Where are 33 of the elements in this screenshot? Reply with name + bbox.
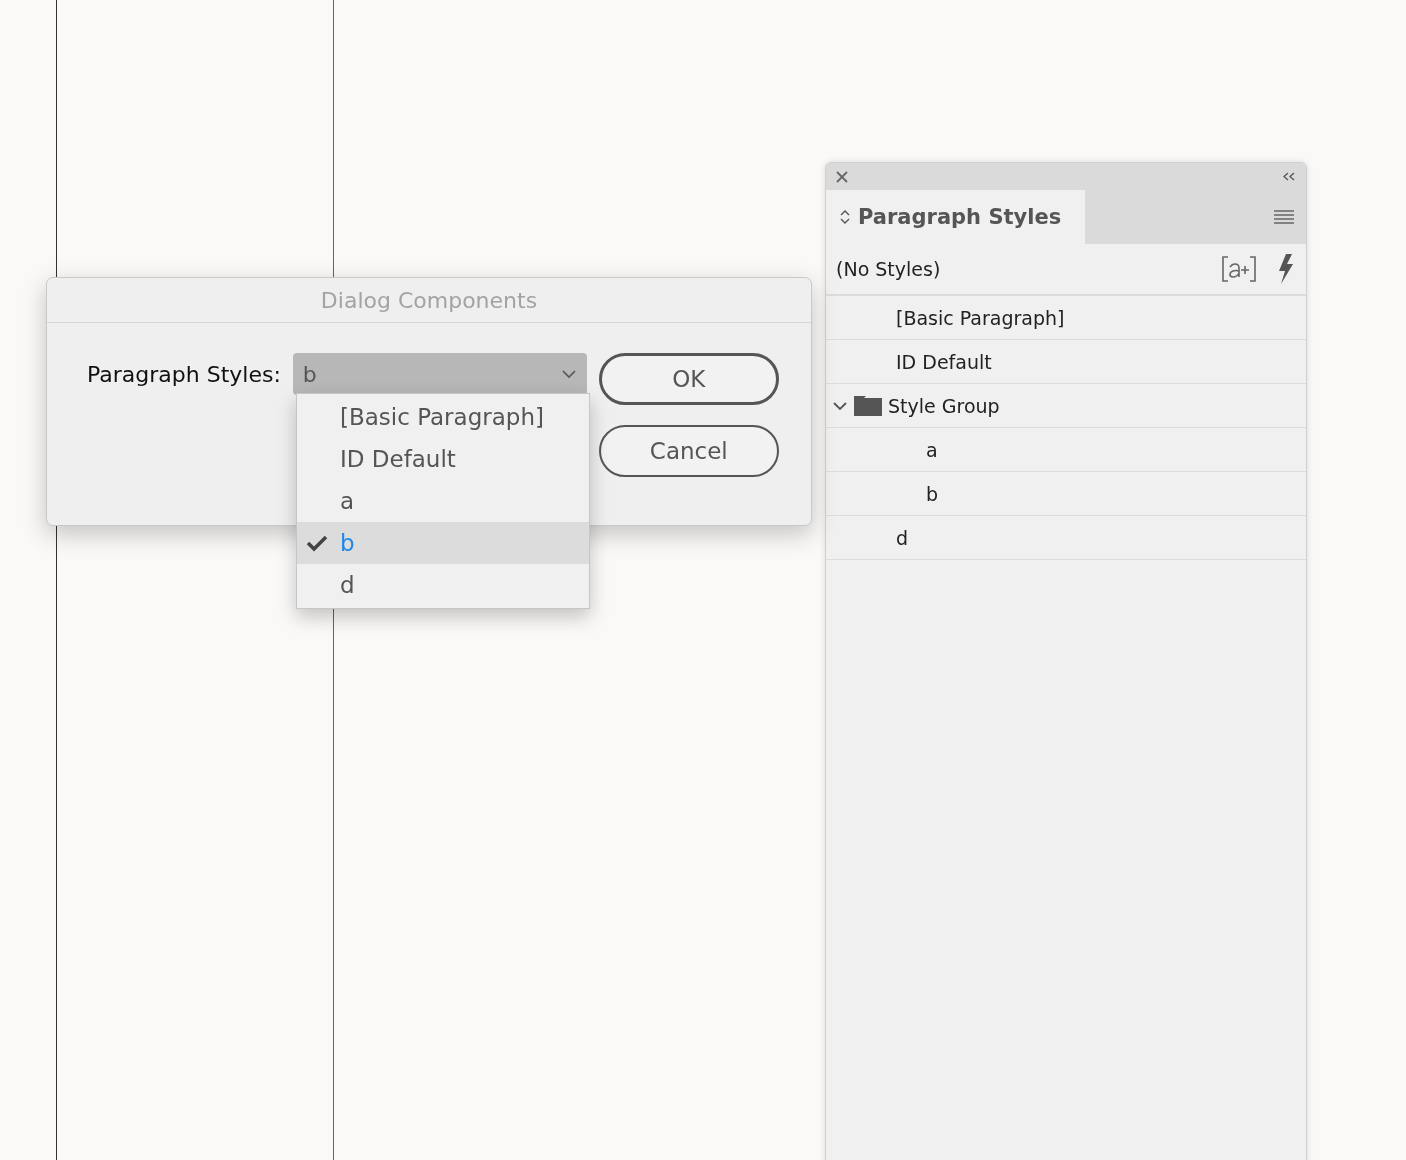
menu-option[interactable]: [Basic Paragraph] bbox=[297, 396, 589, 438]
dialog-button[interactable]: Cancel bbox=[598, 425, 779, 477]
chevron-icon bbox=[560, 369, 577, 379]
style-row[interactable]: b bbox=[826, 472, 1306, 516]
menu-option[interactable]: ID Default bbox=[297, 438, 589, 480]
updown-icon bbox=[840, 209, 850, 225]
menu-option[interactable]: d bbox=[297, 564, 589, 606]
style-row[interactable]: [Basic Paragraph] bbox=[826, 296, 1306, 340]
collapse-icon[interactable] bbox=[1282, 172, 1296, 181]
new-style-icon[interactable] bbox=[1222, 256, 1256, 282]
style-name: b bbox=[926, 482, 939, 505]
folder-icon bbox=[854, 395, 882, 416]
checkmark-icon bbox=[306, 534, 328, 552]
lightning-icon[interactable] bbox=[1276, 254, 1296, 284]
menu-icon[interactable] bbox=[1274, 210, 1294, 224]
field-label: Paragraph Styles: bbox=[87, 362, 281, 387]
current-style: (No Styles) bbox=[836, 258, 942, 280]
panel-tab[interactable]: Paragraph Styles bbox=[826, 190, 1086, 244]
style-row[interactable]: ID Default bbox=[826, 340, 1306, 384]
style-name: [Basic Paragraph] bbox=[896, 306, 1065, 329]
style-row[interactable]: d bbox=[826, 516, 1306, 560]
style-group-row[interactable]: Style Group bbox=[826, 384, 1306, 428]
style-dropdown[interactable]: b bbox=[292, 353, 587, 395]
style-name: ID Default bbox=[896, 350, 992, 373]
dialog-button[interactable]: OK bbox=[598, 353, 779, 405]
menu-option[interactable]: a bbox=[297, 480, 589, 522]
style-row[interactable]: a bbox=[826, 428, 1306, 472]
style-name: a bbox=[926, 438, 938, 461]
close-icon[interactable] bbox=[836, 170, 848, 183]
dialog-title: Dialog Components bbox=[320, 287, 538, 313]
style-name: Style Group bbox=[888, 394, 1000, 417]
chevron-icon[interactable] bbox=[832, 400, 848, 411]
style-name: d bbox=[896, 526, 909, 549]
